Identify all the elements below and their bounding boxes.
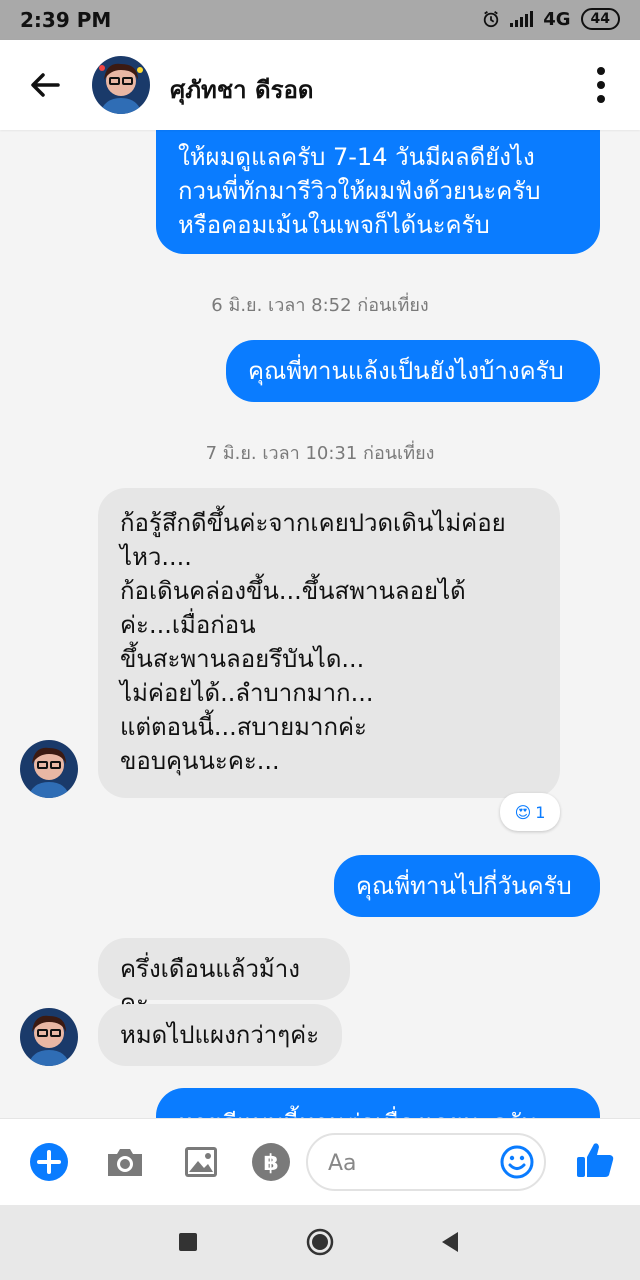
- smiley-icon[interactable]: [500, 1145, 534, 1179]
- message-reaction[interactable]: 😍 1: [500, 793, 560, 831]
- contact-avatar[interactable]: [20, 1008, 78, 1066]
- message-line: ไม่ค่อยได้..ลำบากมาก...: [120, 679, 374, 707]
- avatar-image: [20, 740, 78, 798]
- message-timestamp: 7 มิ.ย. เวลา 10:31 ก่อนเที่ยง: [205, 443, 435, 464]
- battery-level: 44: [580, 8, 620, 30]
- message-line: หายดีแบบนี้ทานต่อเนื่องเลยนะครับ: [178, 1106, 578, 1118]
- message-bubble-outgoing[interactable]: หายดีแบบนี้ทานต่อเนื่องเลยนะครับ: [156, 1088, 600, 1118]
- message-line: กวนพี่ทักมารีวิวให้ผมฟังด้วยนะครับ: [178, 177, 541, 205]
- avatar-image: [20, 1008, 78, 1066]
- heart-eyes-emoji: 😍: [514, 802, 532, 822]
- thumbs-up-icon[interactable]: [574, 1139, 616, 1181]
- reaction-count: 1: [535, 802, 546, 822]
- message-line: ก้อรู้สึกดีขึ้นค่ะจากเคยปวดเดินไม่ค่อย: [120, 509, 506, 537]
- message-timestamp: 6 มิ.ย. เวลา 8:52 ก่อนเที่ยง: [211, 295, 429, 316]
- status-indicators: 4G 44: [482, 8, 620, 30]
- status-time: 2:39 PM: [20, 8, 112, 32]
- message-line: แต่ตอนนี้...สบายมากค่ะ: [120, 713, 367, 741]
- contact-avatar[interactable]: [20, 740, 78, 798]
- message-input[interactable]: [326, 1147, 500, 1179]
- message-line: ก้อเดินคล่องขึ้น...ขึ้นสพานลอยได้: [120, 577, 466, 605]
- message-bubble-incoming[interactable]: ครึ่งเดือนแล้วม้างคะ: [98, 938, 350, 1017]
- message-line: ให้ผมดูแลครับ 7-14 วันมีผลดียังไง: [178, 143, 535, 171]
- more-vertical-icon[interactable]: [596, 66, 606, 104]
- message-bubble-outgoing[interactable]: ให้ผมดูแลครับ 7-14 วันมีผลดียังไง กวนพี่…: [156, 130, 600, 254]
- status-bar: 2:39 PM 4G 44: [0, 0, 640, 40]
- message-bubble-outgoing[interactable]: คุณพี่ทานแล้งเป็นยังไงบ้างครับ: [226, 340, 600, 402]
- back-nav-icon[interactable]: [436, 1228, 464, 1256]
- svg-text:฿: ฿: [263, 1151, 278, 1176]
- system-navigation-bar: [0, 1204, 640, 1280]
- conversation-header: ศุภัทชา ดีรอด: [0, 40, 640, 130]
- message-line: ไหว....: [120, 543, 192, 571]
- contact-name[interactable]: ศุภัทชา ดีรอด: [170, 70, 313, 109]
- contact-avatar[interactable]: [92, 56, 150, 114]
- baht-icon[interactable]: ฿: [250, 1141, 292, 1183]
- camera-icon[interactable]: [104, 1141, 146, 1183]
- message-bubble-incoming[interactable]: หมดไปแผงกว่าๆค่ะ: [98, 1004, 342, 1066]
- message-line: ขึ้นสะพานลอยรึบันได...: [120, 645, 365, 673]
- plus-circle-icon[interactable]: [28, 1141, 70, 1183]
- home-icon[interactable]: [306, 1228, 334, 1256]
- message-line: หมดไปแผงกว่าๆค่ะ: [120, 1021, 320, 1049]
- network-type: 4G: [543, 8, 571, 30]
- alarm-clock-icon: [484, 11, 499, 28]
- avatar-image: [92, 56, 150, 114]
- message-list[interactable]: ให้ผมดูแลครับ 7-14 วันมีผลดียังไง กวนพี่…: [0, 130, 640, 1118]
- message-bubble-incoming[interactable]: ก้อรู้สึกดีขึ้นค่ะจากเคยปวดเดินไม่ค่อย ไ…: [98, 488, 560, 798]
- message-composer: ฿: [0, 1118, 640, 1205]
- message-line: คุณพี่ทานไปกี่วันครับ: [356, 872, 572, 900]
- message-line: หรือคอมเม้นในเพจก็ได้นะครับ: [178, 211, 490, 239]
- message-line: ขอบคุนนะคะ...: [120, 747, 280, 775]
- message-line: คุณพี่ทานแล้งเป็นยังไงบ้างครับ: [248, 357, 564, 385]
- image-icon[interactable]: [180, 1141, 222, 1183]
- message-line: ค่ะ...เมื่อก่อน: [120, 611, 256, 639]
- recent-apps-icon[interactable]: [174, 1228, 202, 1256]
- message-bubble-outgoing[interactable]: คุณพี่ทานไปกี่วันครับ: [334, 855, 600, 917]
- message-input-container[interactable]: [306, 1133, 546, 1191]
- arrow-left-icon[interactable]: [28, 68, 62, 102]
- signal-icon: [510, 11, 534, 27]
